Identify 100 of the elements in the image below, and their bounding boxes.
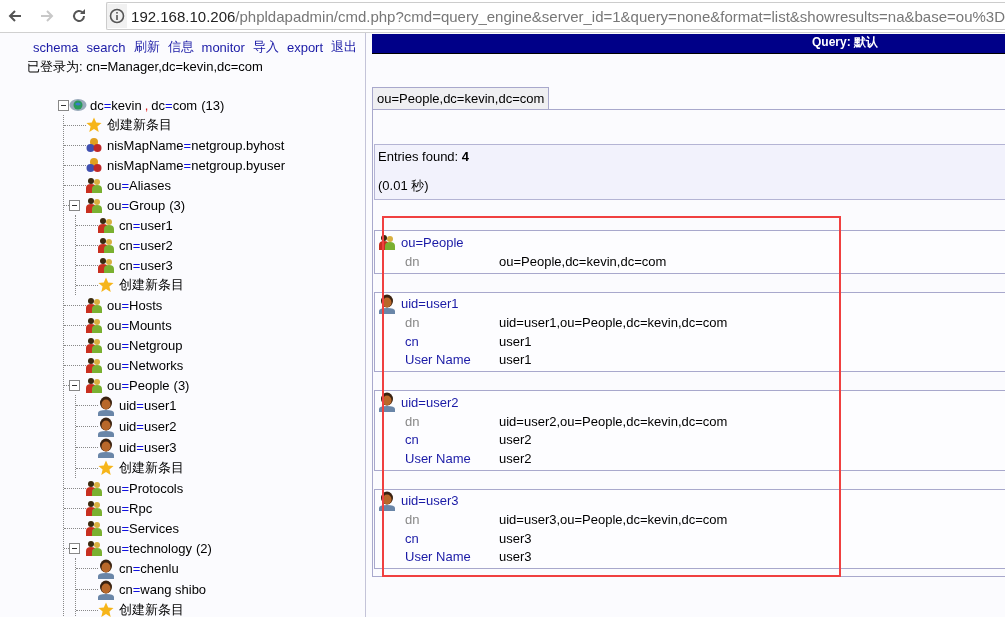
attribute-value: uid=user1,ou=People,dc=kevin,dc=com: [499, 315, 728, 331]
attribute-value: user1: [499, 352, 532, 368]
tree-item[interactable]: 创建新条目: [107, 116, 172, 134]
person-icon: [98, 579, 114, 600]
group-icon: [98, 217, 114, 233]
tree-item[interactable]: ou=Protocols: [107, 480, 184, 496]
tree-item[interactable]: ou=Aliases: [107, 177, 171, 193]
tree-item[interactable]: uid=user3: [119, 440, 177, 455]
tree-item[interactable]: 创建新条目: [119, 459, 184, 477]
menu-link[interactable]: 导入: [252, 38, 279, 56]
tree-item[interactable]: uid=user2: [119, 419, 177, 434]
entries-found-text: Entries found: 4: [378, 149, 471, 164]
attribute-name: dn: [405, 512, 421, 528]
attribute-value: user2: [499, 432, 532, 448]
tree-item[interactable]: 创建新条目: [119, 601, 184, 617]
tree-item[interactable]: nisMapName=netgroup.byuser: [107, 157, 286, 173]
group-icon: [86, 337, 102, 353]
menu-link[interactable]: 信息: [167, 38, 194, 56]
molecule-balls-icon: [86, 157, 102, 173]
attribute-name: dn: [405, 315, 421, 331]
tree-item[interactable]: cn=user2: [119, 237, 173, 253]
server-globe-icon: [69, 98, 87, 112]
menu-link[interactable]: search: [86, 39, 126, 55]
group-icon: [86, 197, 102, 213]
person-icon: [379, 392, 395, 412]
tree-item[interactable]: ou=Services: [107, 520, 179, 536]
star-icon: [98, 602, 114, 617]
group-icon: [86, 297, 102, 313]
group-icon: [379, 234, 395, 250]
tree-item[interactable]: ou=Networks: [107, 357, 184, 373]
attribute-value: uid=user3,ou=People,dc=kevin,dc=com: [499, 512, 728, 528]
person-icon: [379, 490, 395, 511]
attribute-value: uid=user2,ou=People,dc=kevin,dc=com: [499, 413, 728, 429]
person-icon: [98, 437, 114, 458]
reload-icon[interactable]: [71, 8, 87, 24]
attribute-name: cn: [405, 333, 420, 349]
entry-title[interactable]: uid=user3: [401, 493, 459, 508]
tree-item[interactable]: cn=chenlu: [119, 561, 179, 576]
info-icon[interactable]: [109, 8, 126, 24]
group-icon: [98, 237, 114, 253]
group-icon: [86, 377, 102, 393]
entry-title[interactable]: uid=user2: [401, 394, 459, 410]
star-icon: [98, 460, 114, 476]
tree-item[interactable]: uid=user1: [119, 398, 177, 413]
menu-link[interactable]: monitor: [201, 39, 245, 55]
entry-title[interactable]: ou=People: [401, 234, 464, 250]
query-time: (0.01 秒): [378, 177, 430, 195]
attribute-value: user2: [499, 450, 532, 466]
collapse-toggle[interactable]: [58, 99, 69, 111]
result-tab[interactable]: ou=People,dc=kevin,dc=com: [372, 87, 550, 109]
attribute-value: user3: [499, 530, 532, 546]
person-icon: [98, 395, 114, 416]
group-icon: [98, 257, 114, 273]
group-icon: [86, 500, 102, 516]
collapse-toggle[interactable]: [69, 199, 80, 211]
tree-item[interactable]: ou=Hosts: [107, 297, 163, 313]
attribute-name: cn: [405, 530, 420, 546]
person-icon: [98, 416, 114, 437]
menu-link[interactable]: schema: [33, 39, 79, 55]
menu-link[interactable]: 刷新: [133, 38, 160, 56]
person-icon: [379, 293, 395, 314]
menu-link[interactable]: export: [286, 39, 324, 55]
tree-item[interactable]: cn=wang shibo: [119, 582, 207, 597]
molecule-balls-icon: [86, 137, 102, 153]
group-icon: [86, 357, 102, 373]
entry-title[interactable]: uid=user1: [401, 296, 459, 311]
tree-item[interactable]: ou=Rpc: [107, 500, 153, 516]
star-icon: [98, 277, 114, 293]
tree-item[interactable]: ou=technology: [107, 540, 192, 556]
child-count: (13): [201, 97, 225, 113]
group-icon: [86, 540, 102, 556]
logged-in-as-text: 已登录为: cn=Manager,dc=kevin,dc=com: [26, 58, 264, 76]
query-title-bar: Query: 默认: [372, 34, 1005, 54]
collapse-toggle[interactable]: [69, 542, 80, 554]
collapse-toggle[interactable]: [69, 379, 80, 391]
tree-item[interactable]: cn=user1: [119, 217, 173, 233]
tree-item[interactable]: 创建新条目: [119, 276, 184, 294]
tree-item[interactable]: nisMapName=netgroup.byhost: [107, 137, 285, 153]
tree-item[interactable]: ou=Netgroup: [107, 337, 183, 353]
child-count: (3): [169, 197, 186, 213]
tree-item[interactable]: ou=People: [107, 377, 170, 393]
menu-link[interactable]: 退出: [331, 38, 358, 56]
back-icon[interactable]: [7, 8, 23, 24]
attribute-name: cn: [405, 432, 420, 448]
tree-item[interactable]: ou=Group: [107, 197, 166, 213]
address-bar[interactable]: 192.168.10.206/phpldapadmin/cmd.php?cmd=query_engine&server_id=1&query=none&format=list&showresults=na&base=ou%3D: [106, 2, 1005, 30]
tree-item[interactable]: cn=user3: [119, 257, 173, 273]
attribute-name: dn: [405, 413, 421, 429]
tree-item[interactable]: ou=Mounts: [107, 317, 172, 333]
child-count: (3): [173, 377, 190, 393]
group-icon: [86, 177, 102, 193]
group-icon: [86, 520, 102, 536]
attribute-name: dn: [405, 253, 421, 269]
person-icon: [98, 558, 114, 579]
attribute-value: ou=People,dc=kevin,dc=com: [499, 253, 667, 269]
attribute-name: User Name: [405, 549, 472, 565]
group-icon: [86, 317, 102, 333]
attribute-value: user3: [499, 549, 532, 565]
group-icon: [86, 480, 102, 496]
tree-item[interactable]: dc=kevin,dc=com: [90, 97, 198, 113]
